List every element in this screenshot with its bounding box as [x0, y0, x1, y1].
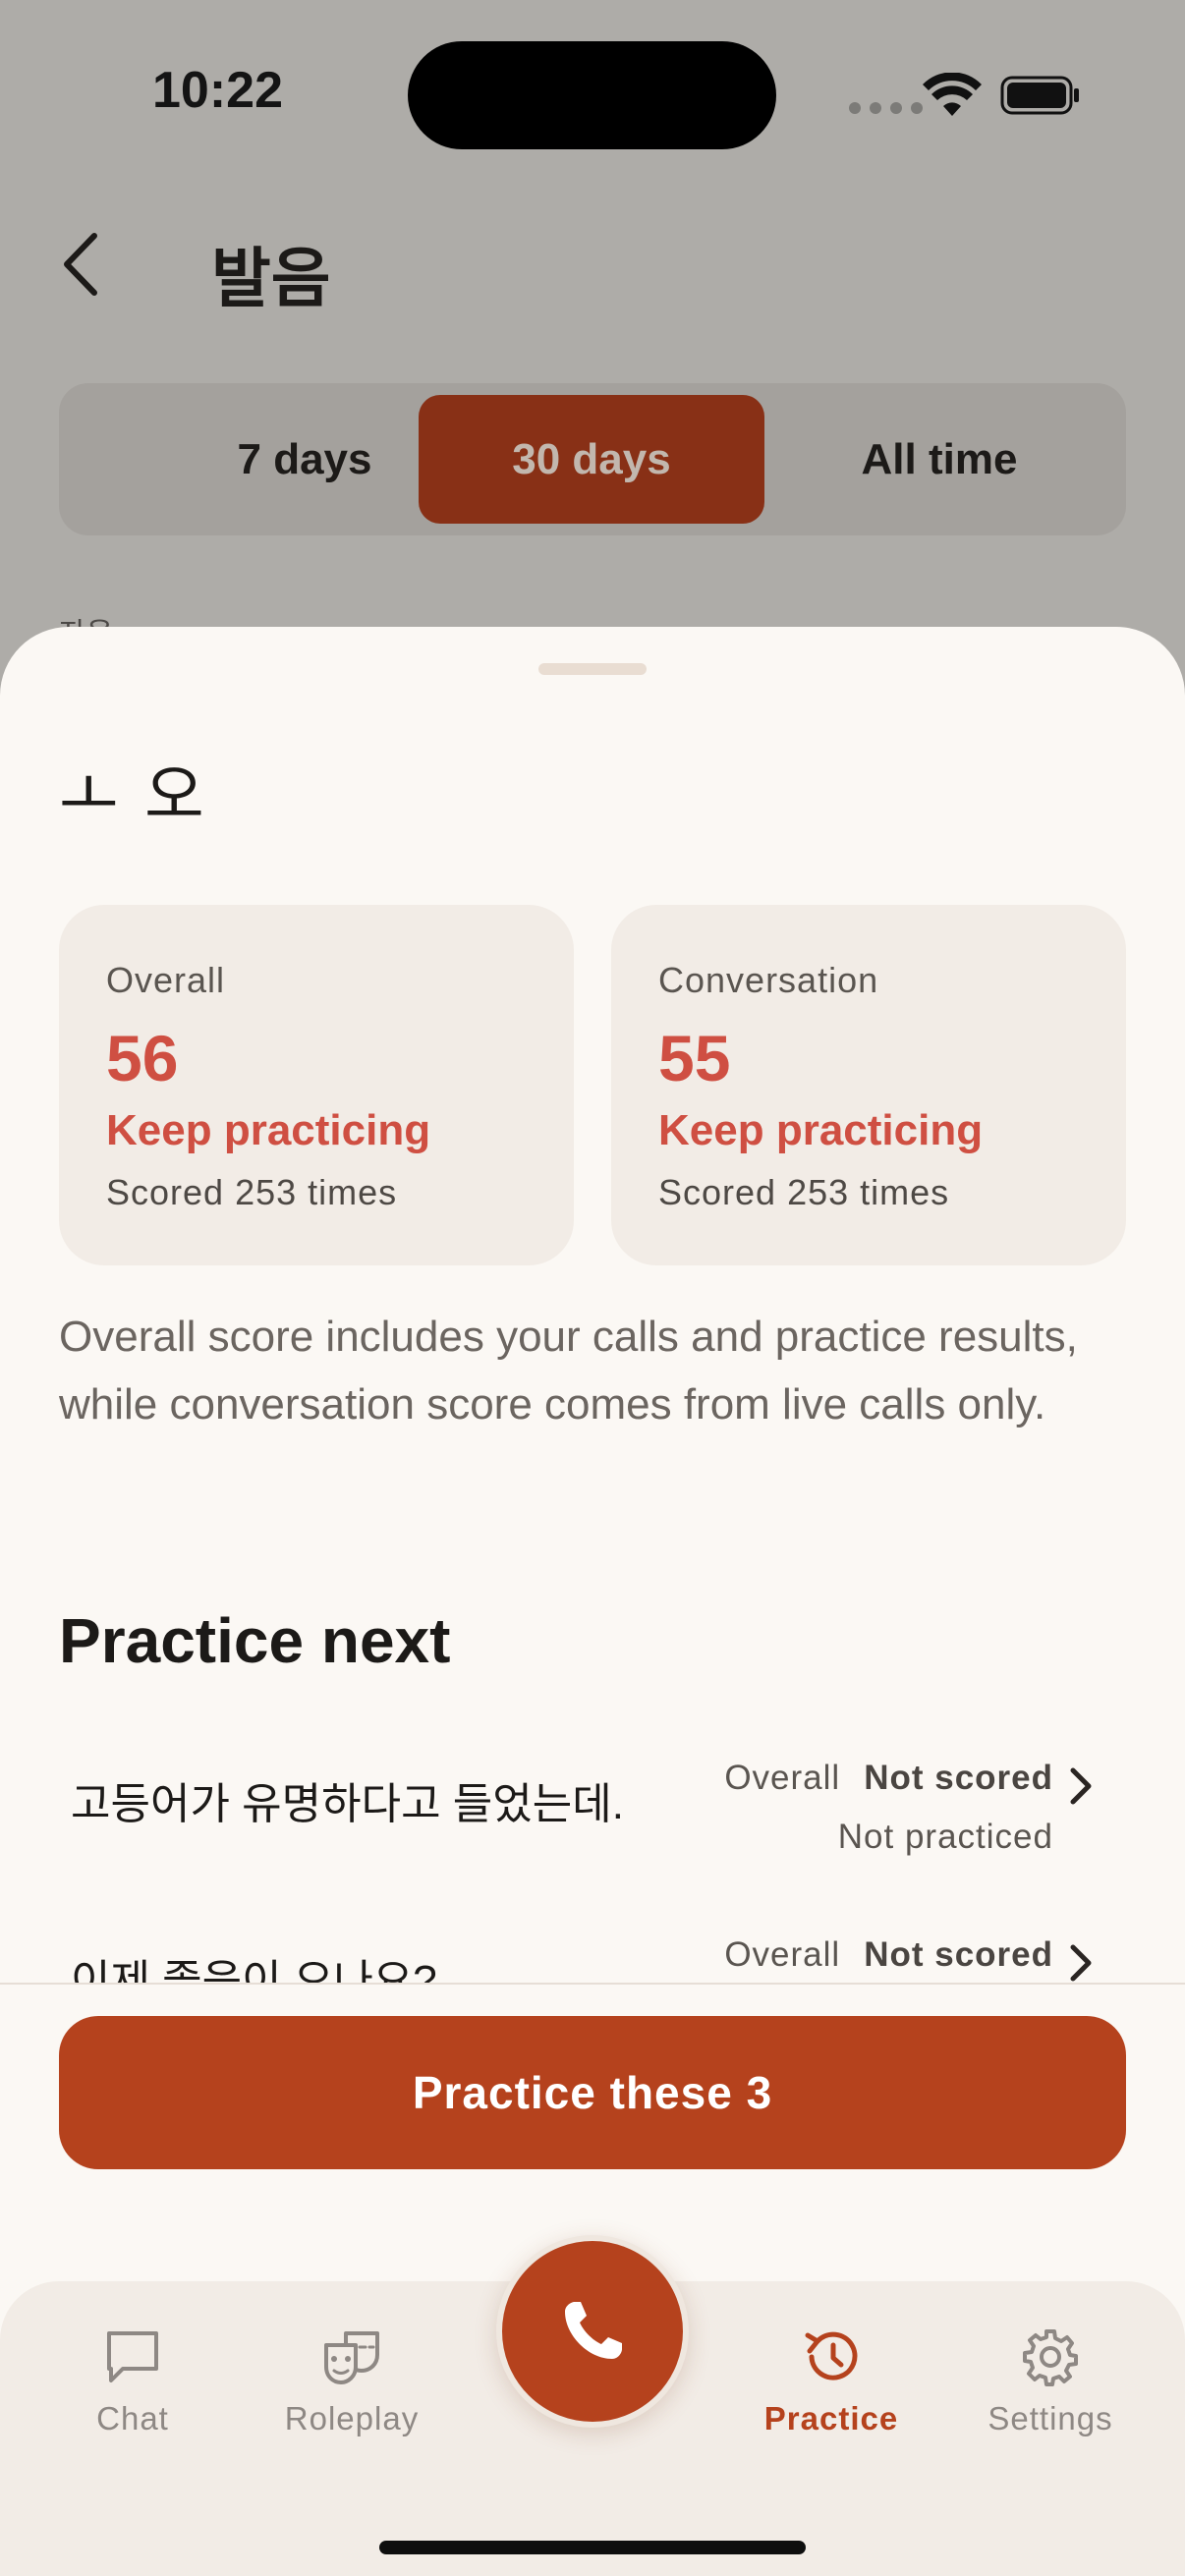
conversation-score-card: Conversation 55 Keep practicing Scored 2… [611, 905, 1126, 1265]
sheet-grabber[interactable] [538, 663, 647, 675]
chevron-right-icon [1070, 1767, 1092, 1805]
tab-label: Roleplay [284, 2400, 420, 2436]
tab-30-days[interactable]: 30 days [419, 395, 764, 524]
phone-icon [565, 2302, 622, 2359]
tab-label: Practice [763, 2400, 899, 2436]
range-segmented-control: 7 days 30 days All time [59, 383, 1126, 535]
tab-practice[interactable]: Practice [733, 2325, 930, 2437]
practice-item[interactable]: 고등어가 유명하다고 들었는데. Overall Not scored Not … [0, 1747, 1185, 1884]
meta-value: Not scored [864, 1759, 1053, 1797]
card-count: Scored 253 times [106, 1172, 398, 1212]
card-status: Keep practicing [106, 1106, 431, 1154]
meta-value: Not scored [864, 1935, 1053, 1974]
card-score: 55 [658, 1022, 731, 1094]
meta-label: Overall [724, 1935, 841, 1974]
tab-settings[interactable]: Settings [952, 2325, 1149, 2437]
card-status: Keep practicing [658, 1106, 984, 1154]
tab-all-time[interactable]: All time [766, 395, 1112, 524]
tab-label: Chat [96, 2400, 169, 2436]
practice-these-button[interactable]: Practice these 3 [59, 2016, 1126, 2169]
overall-score-card: Overall 56 Keep practicing Scored 253 ti… [59, 905, 574, 1265]
call-button[interactable] [496, 2235, 689, 2428]
tab-label: Settings [988, 2400, 1113, 2436]
practice-next-heading: Practice next [59, 1605, 451, 1676]
card-label: Conversation [658, 960, 879, 1000]
wifi-icon [923, 73, 982, 116]
practice-sentence: 고등어가 유명하다고 들었는데. [71, 1780, 624, 1828]
background-screen: 10:22 발음 7 days 30 days All time 자음 [0, 0, 1185, 688]
card-label: Overall [106, 960, 226, 1000]
home-indicator [379, 2541, 806, 2554]
meta-sub: Not practiced [837, 1818, 1053, 1856]
sheet-title: ㅗ 오 [59, 758, 208, 831]
cellular-signal-icon [849, 102, 923, 114]
meta-label: Overall [724, 1759, 841, 1797]
history-icon [805, 2331, 858, 2380]
back-chevron-icon[interactable] [57, 230, 104, 299]
gear-icon [1023, 2329, 1078, 2386]
tab-roleplay[interactable]: Roleplay [254, 2325, 450, 2437]
page-title: 발음 [211, 242, 331, 314]
practice-item-meta: Overall Not scored Not practiced [724, 1759, 1053, 1857]
status-time: 10:22 [152, 62, 283, 119]
dynamic-island [408, 41, 776, 149]
chevron-right-icon [1070, 1944, 1092, 1982]
score-explanation: Overall score includes your calls and pr… [59, 1313, 1078, 1428]
practice-item-meta: Overall Not scored [724, 1935, 1053, 1975]
chat-bubble-icon [107, 2331, 158, 2382]
tab-chat[interactable]: Chat [34, 2325, 231, 2437]
card-count: Scored 253 times [658, 1172, 950, 1212]
battery-icon [1000, 76, 1079, 115]
card-score: 56 [106, 1022, 179, 1094]
footer-divider [0, 1983, 1185, 1985]
masks-icon [324, 2331, 379, 2384]
